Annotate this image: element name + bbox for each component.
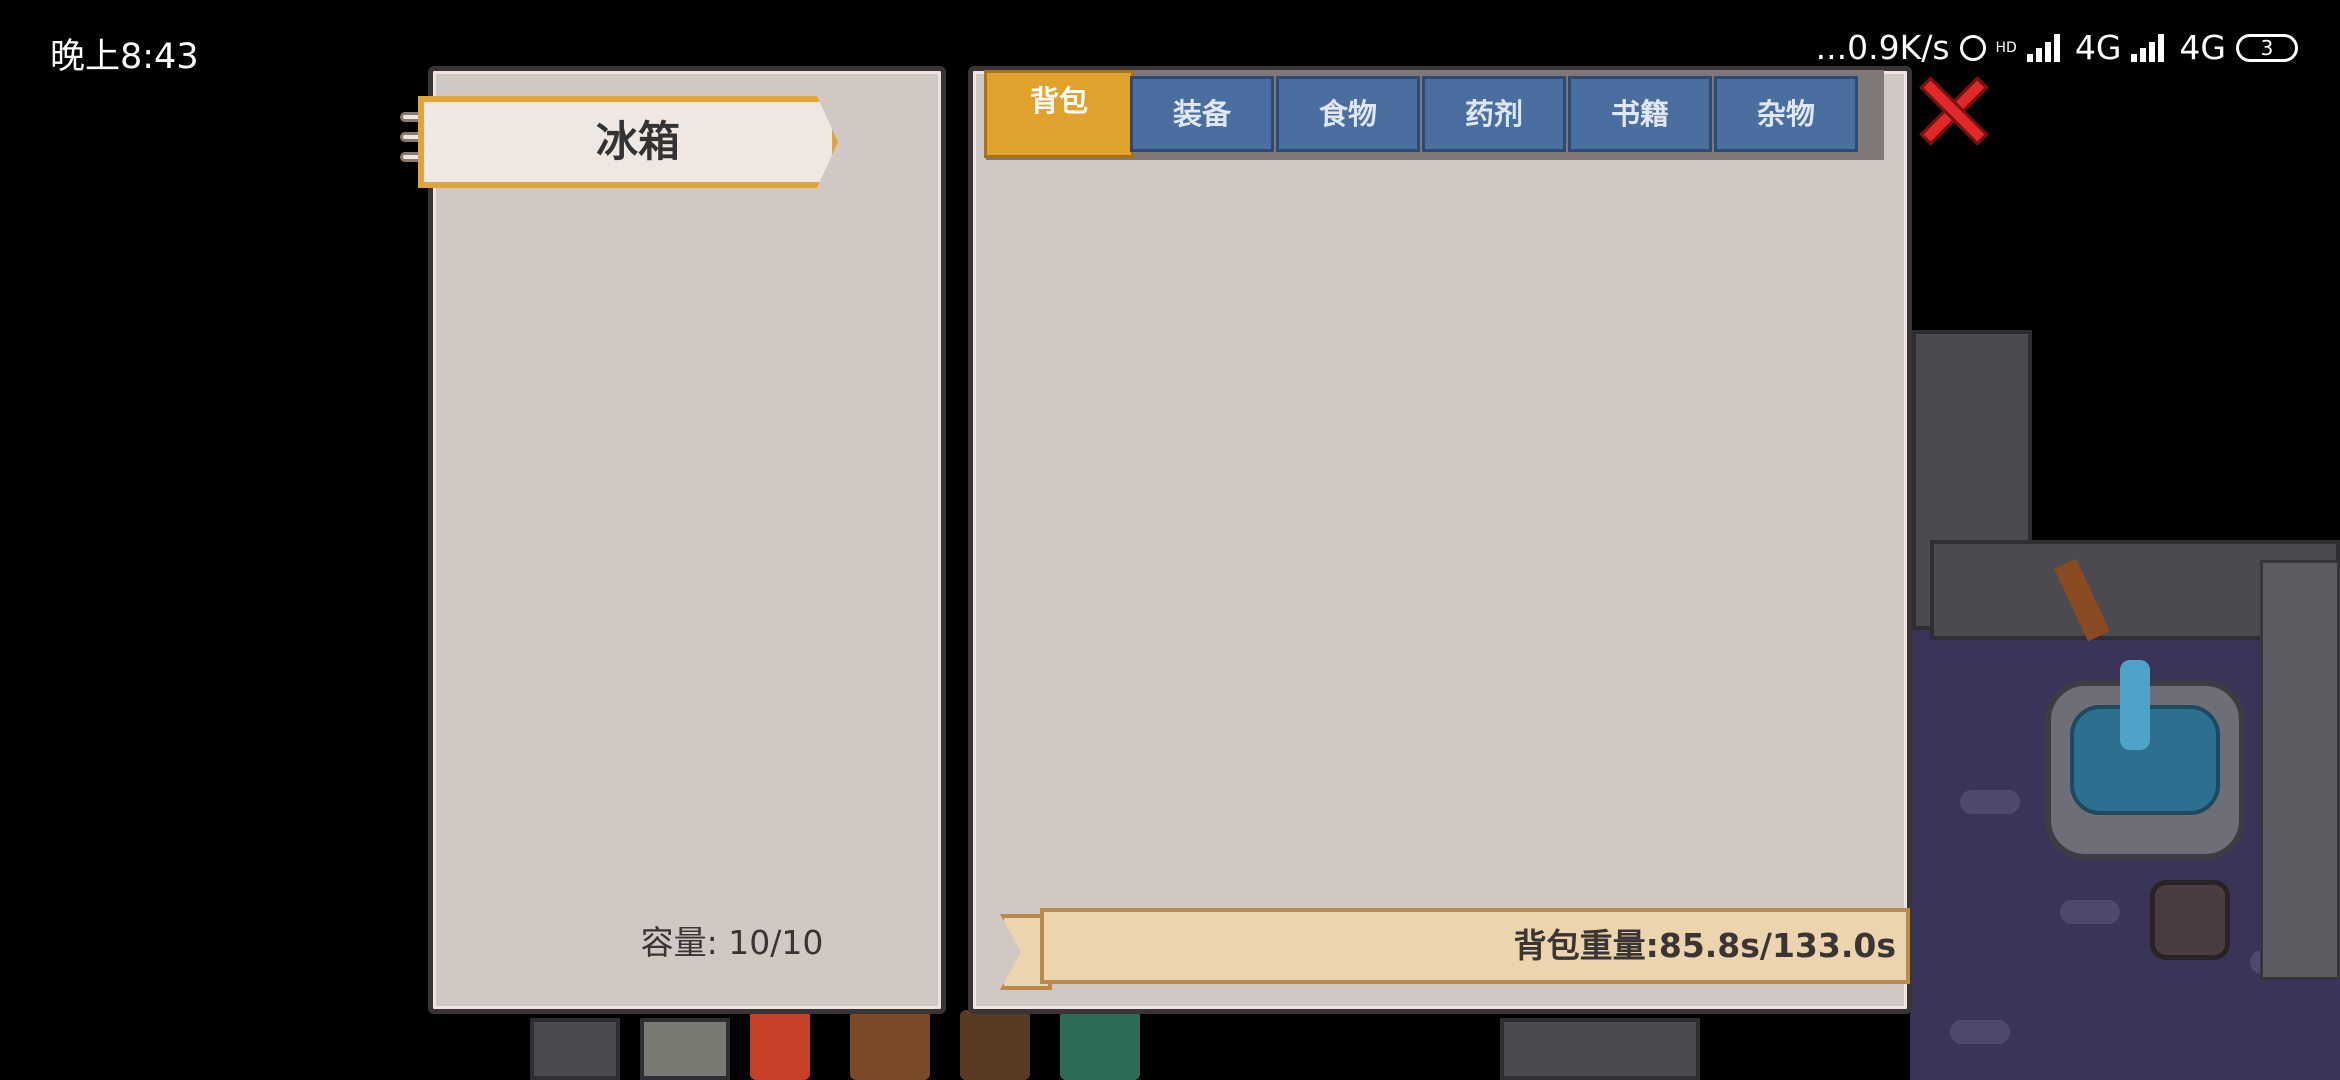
red-prop <box>750 1010 810 1080</box>
wooden-prop <box>850 1010 930 1080</box>
stone-wall <box>1500 1018 1700 1080</box>
hd-badge: HD <box>1995 39 2017 56</box>
tab-5[interactable]: 杂物 <box>1714 76 1858 152</box>
network-type: 4G <box>2074 28 2122 67</box>
fridge-capacity: 容量: 10/10 <box>640 923 824 962</box>
tab-2[interactable]: 食物 <box>1276 76 1420 152</box>
status-indicators: ...0.9K/s HD 4G 4G 3 <box>1816 28 2298 67</box>
tab-1[interactable]: 装备 <box>1130 76 1274 152</box>
floor-spot <box>1950 1020 2010 1044</box>
floor-spot <box>2060 900 2120 924</box>
stone-pillar <box>2260 560 2340 980</box>
network-speed: ...0.9K/s <box>1815 28 1950 67</box>
close-button[interactable] <box>1916 74 1989 146</box>
fridge-panel <box>428 66 946 1014</box>
fountain-spout <box>2120 660 2150 750</box>
backpack-panel <box>968 66 1912 1014</box>
fridge-title: 冰箱 <box>595 117 680 166</box>
signal-icon <box>2026 33 2065 62</box>
category-tabs: 背包 装备 食物 药剂 书籍 杂物 <box>984 70 1884 160</box>
alarm-icon <box>1959 34 1986 61</box>
tab-4[interactable]: 书籍 <box>1568 76 1712 152</box>
backpack-weight: 背包重量:85.8s/133.0s <box>1513 926 1896 965</box>
battery-icon: 3 <box>2236 33 2298 62</box>
signal-icon <box>2131 33 2169 62</box>
green-prop <box>1060 1010 1140 1080</box>
bottom-props <box>520 1010 1160 1080</box>
wooden-prop <box>960 1010 1030 1080</box>
clock: 晚上8:43 <box>50 37 199 77</box>
floor-spot <box>1960 790 2020 814</box>
clay-pot[interactable] <box>2150 880 2230 960</box>
network-type: 4G <box>2179 28 2226 67</box>
tab-3[interactable]: 药剂 <box>1422 76 1566 152</box>
tab-0[interactable]: 背包 <box>984 70 1134 158</box>
